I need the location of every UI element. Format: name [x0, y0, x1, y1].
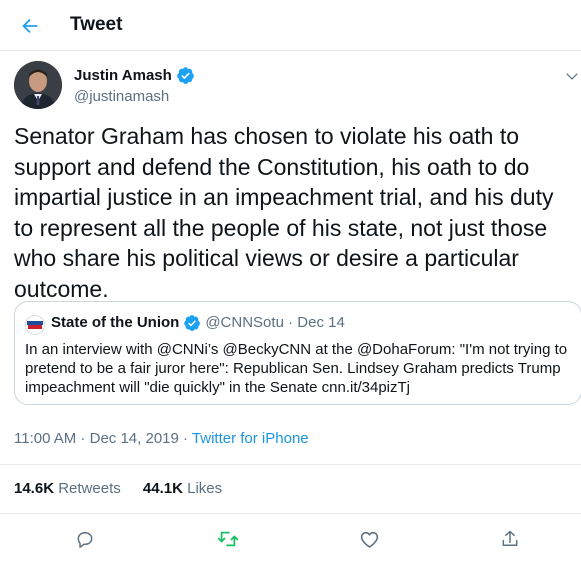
tweet-text: Senator Graham has chosen to violate his…	[14, 123, 554, 302]
like-button[interactable]	[357, 527, 381, 551]
verified-badge-icon	[177, 67, 194, 84]
share-icon	[502, 530, 518, 546]
quote-header: State of the Union @CNNSotu · Dec 14	[51, 314, 345, 332]
tweet-stats: 14.6K Retweets 44.1K Likes	[14, 480, 240, 498]
retweets-count: 14.6K	[14, 480, 55, 497]
likes-count: 44.1K	[142, 480, 183, 497]
avatar-image	[14, 61, 62, 109]
tweet-time[interactable]: 11:00 AM	[14, 430, 76, 447]
author-handle[interactable]: @justinamash	[74, 88, 169, 106]
back-button[interactable]	[14, 10, 46, 42]
retweets-stat[interactable]: 14.6K Retweets	[14, 480, 121, 498]
divider	[0, 513, 581, 514]
reply-button[interactable]	[73, 527, 97, 551]
retweets-label: Retweets	[58, 480, 121, 497]
retweet-button[interactable]	[216, 527, 240, 551]
tweet-date[interactable]: Dec 14, 2019	[90, 430, 179, 447]
arrow-left-icon	[22, 18, 38, 34]
author-name[interactable]: Justin Amash	[74, 67, 172, 85]
quote-avatar	[25, 315, 45, 335]
divider	[0, 464, 581, 465]
quoted-tweet[interactable]: State of the Union @CNNSotu · Dec 14 In …	[14, 301, 581, 405]
quote-avatar-image	[26, 316, 44, 334]
avatar[interactable]	[14, 61, 62, 109]
likes-label: Likes	[187, 480, 223, 497]
reply-icon	[77, 532, 93, 548]
tweet-source-link[interactable]: Twitter for iPhone	[192, 430, 309, 447]
meta-separator: ·	[76, 430, 90, 447]
likes-stat[interactable]: 44.1K Likes	[143, 480, 222, 498]
top-header: Tweet	[0, 0, 581, 51]
more-options-button[interactable]	[562, 66, 581, 86]
verified-badge-icon	[184, 315, 201, 331]
author-name-row[interactable]: Justin Amash	[74, 66, 195, 85]
meta-separator: ·	[178, 430, 192, 447]
tweet-meta: 11:00 AM · Dec 14, 2019 · Twitter for iP…	[14, 430, 309, 448]
retweet-icon	[217, 531, 239, 547]
share-button[interactable]	[498, 527, 522, 551]
quote-author-name: State of the Union	[51, 314, 180, 331]
quote-date: Dec 14	[297, 314, 345, 331]
chevron-down-icon	[566, 73, 578, 80]
quote-separator: ·	[283, 314, 298, 331]
quote-author-handle: @CNNSotu	[205, 314, 284, 331]
page-title: Tweet	[70, 14, 123, 35]
quote-text: In an interview with @CNNi’s @BeckyCNN a…	[25, 341, 568, 396]
like-icon	[360, 531, 378, 548]
